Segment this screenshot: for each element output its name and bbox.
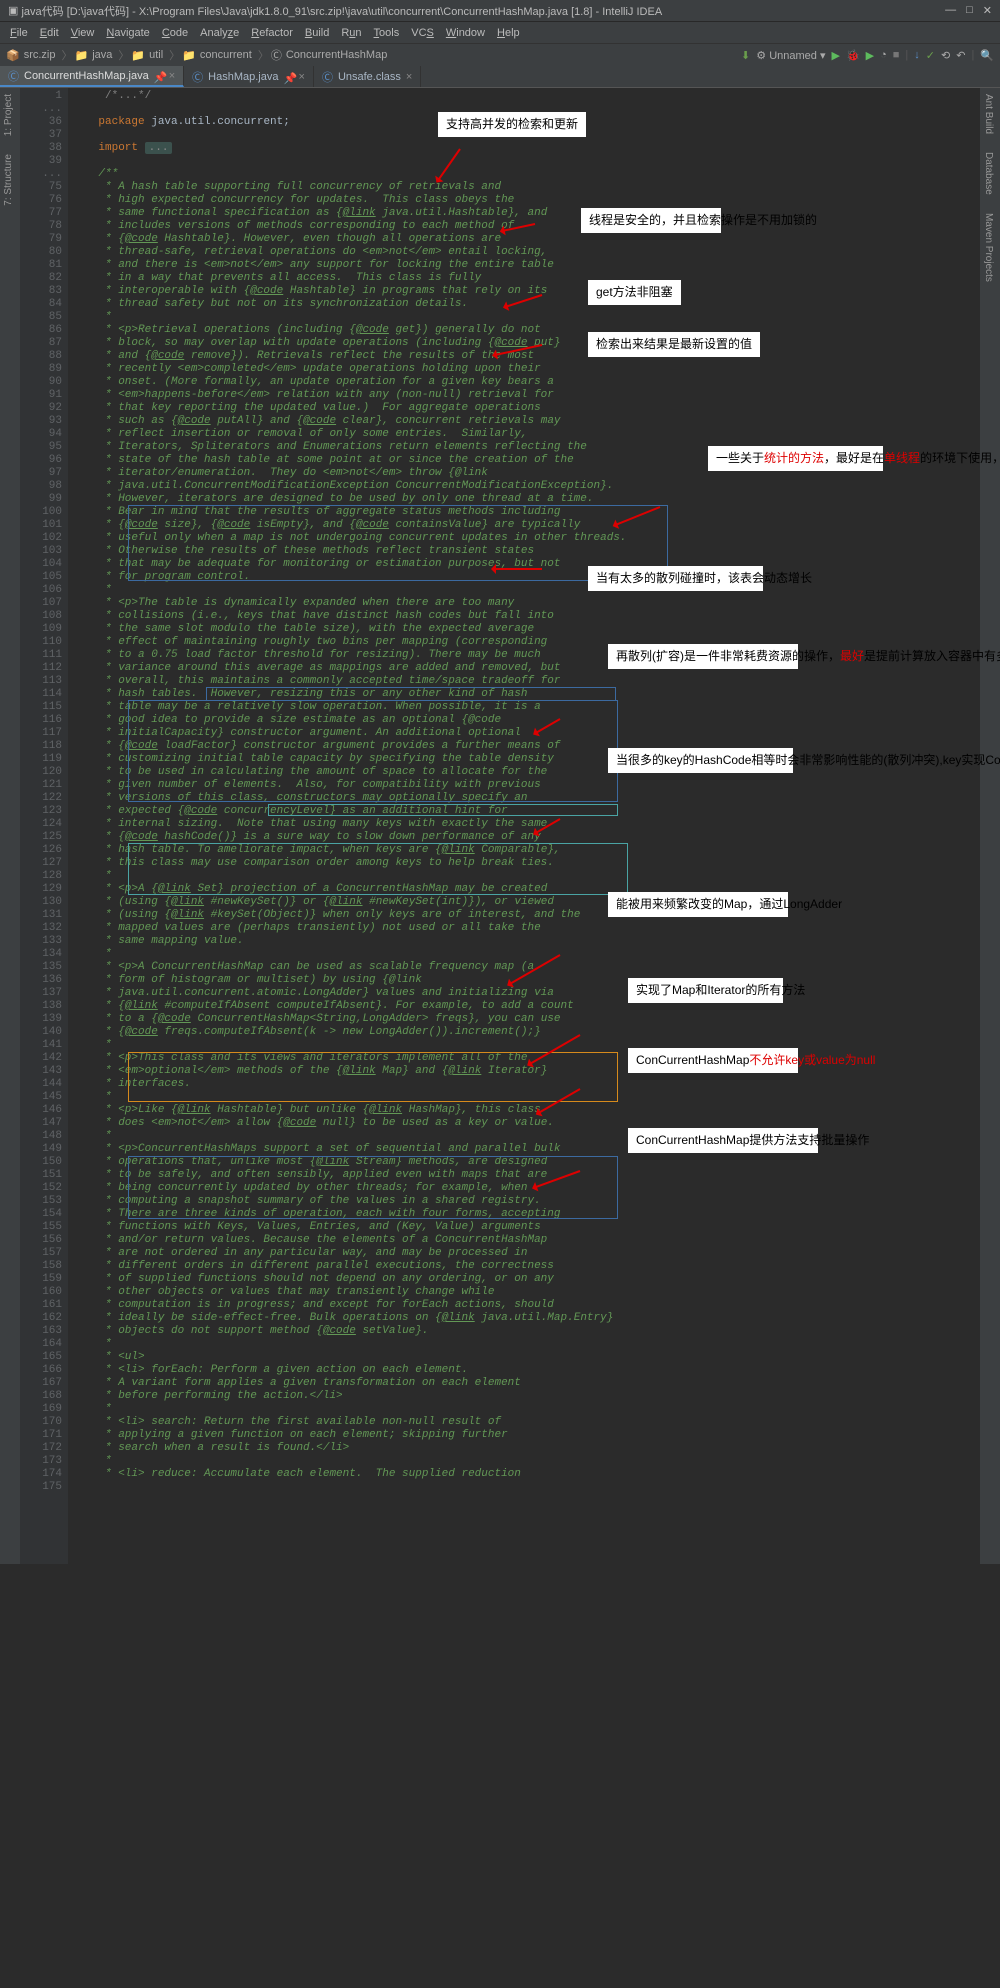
line-gutter: 1...36373839...7576777879808182838485868… xyxy=(20,88,68,1564)
close-icon[interactable]: × xyxy=(299,71,305,83)
code-viewport[interactable]: /*...*/ package java.util.concurrent; im… xyxy=(68,88,980,1564)
tab-unsafe[interactable]: Ⓒ Unsafe.class × xyxy=(314,66,421,87)
menu-tools[interactable]: Tools xyxy=(368,27,406,39)
close-icon[interactable]: × xyxy=(406,71,412,83)
arrow-icon xyxy=(492,568,542,570)
window-title: java代码 [D:\java代码] - X:\Program Files\Ja… xyxy=(21,3,662,19)
run-config-select[interactable]: ⚙ Unnamed ▾ xyxy=(756,49,825,62)
revert-icon[interactable]: ↶ xyxy=(956,49,965,62)
class-icon: Ⓒ xyxy=(322,69,333,85)
window-title-bar: ▣ java代码 [D:\java代码] - X:\Program Files\… xyxy=(0,0,1000,22)
debug-icon[interactable]: 🐞 xyxy=(846,49,860,62)
pin-icon: 📌 xyxy=(284,72,294,82)
annotation-note: 一些关于统计的方法，最好是在单线程的环境下使用，不然它只满足监控或估算的目的，在… xyxy=(708,446,883,471)
tool-maven[interactable]: Maven Projects xyxy=(980,207,997,288)
breadcrumb-item[interactable]: 📁 util xyxy=(131,49,163,62)
annotation-note: 支持高并发的检索和更新 xyxy=(438,112,586,137)
breadcrumb-item[interactable]: Ⓒ ConcurrentHashMap xyxy=(271,47,388,63)
annotation-note: 能被用来频繁改变的Map，通过LongAdder xyxy=(608,892,788,917)
breadcrumb-item[interactable]: 📁 concurrent xyxy=(182,49,252,62)
app-icon: ▣ xyxy=(8,4,18,17)
pin-icon: 📌 xyxy=(154,71,164,81)
tool-ant[interactable]: Ant Build xyxy=(980,88,997,140)
menu-help[interactable]: Help xyxy=(491,27,526,39)
left-tool-strip: 1: Project 7: Structure xyxy=(0,88,20,1564)
menu-window[interactable]: Window xyxy=(440,27,491,39)
history-icon[interactable]: ⟲ xyxy=(941,49,950,62)
annotation-note: 当有太多的散列碰撞时，该表会动态增长 xyxy=(588,566,763,591)
menu-analyze[interactable]: Analyze xyxy=(194,27,245,39)
annotation-note: 实现了Map和Iterator的所有方法 xyxy=(628,978,783,1003)
menu-refactor[interactable]: Refactor xyxy=(245,27,299,39)
stop-icon[interactable]: ■ xyxy=(893,49,900,61)
commit-icon[interactable]: ✓ xyxy=(926,49,935,62)
annotation-note: ConCurrentHashMap不允许key或value为null xyxy=(628,1048,798,1073)
menu-file[interactable]: File xyxy=(4,27,34,39)
search-icon[interactable]: 🔍 xyxy=(980,49,994,62)
menu-navigate[interactable]: Navigate xyxy=(100,27,155,39)
right-tool-strip: Ant Build Database Maven Projects xyxy=(980,88,1000,1564)
menu-code[interactable]: Code xyxy=(156,27,194,39)
run-icon[interactable]: ▶ xyxy=(831,49,839,62)
update-icon[interactable]: ↓ xyxy=(914,49,920,61)
close-icon[interactable]: × xyxy=(169,70,175,82)
breadcrumb-item[interactable]: 📦 src.zip xyxy=(6,49,55,62)
class-icon: Ⓒ xyxy=(192,69,203,85)
maximize-icon[interactable]: □ xyxy=(966,4,973,17)
main-menu-bar: File Edit View Navigate Code Analyze Ref… xyxy=(0,22,1000,44)
annotation-note: 再散列(扩容)是一件非常耗费资源的操作，最好是提前计算放入容器中有多少的元素来手… xyxy=(608,644,798,669)
menu-edit[interactable]: Edit xyxy=(34,27,65,39)
profile-icon[interactable]: ◔ xyxy=(880,49,887,61)
annotation-note: get方法非阻塞 xyxy=(588,280,681,305)
sep: | xyxy=(971,49,974,61)
menu-build[interactable]: Build xyxy=(299,27,335,39)
annotation-note: ConCurrentHashMap提供方法支持批量操作 xyxy=(628,1128,818,1153)
tool-database[interactable]: Database xyxy=(980,146,997,201)
close-icon[interactable]: ✕ xyxy=(983,4,992,17)
class-icon: Ⓒ xyxy=(8,68,19,84)
editor-tab-bar: Ⓒ ConcurrentHashMap.java 📌 × Ⓒ HashMap.j… xyxy=(0,66,1000,88)
tool-project[interactable]: 1: Project xyxy=(0,88,17,142)
tool-structure[interactable]: 7: Structure xyxy=(0,148,17,212)
annotation-note: 线程是安全的，并且检索操作是不用加锁的 xyxy=(581,208,721,233)
tab-hashmap[interactable]: Ⓒ HashMap.java 📌 × xyxy=(184,66,314,87)
annotation-note: 当很多的key的HashCode相等时会非常影响性能的(散列冲突),key实现C… xyxy=(608,748,793,773)
minimize-icon[interactable]: ― xyxy=(945,4,956,17)
breadcrumb-item[interactable]: 📁 java xyxy=(74,49,112,62)
sep: | xyxy=(905,49,908,61)
navigation-bar: 📦 src.zip〉 📁 java〉 📁 util〉 📁 concurrent〉… xyxy=(0,44,1000,66)
menu-view[interactable]: View xyxy=(65,27,101,39)
coverage-icon[interactable]: ▶ xyxy=(866,49,874,62)
build-icon[interactable]: ⬇ xyxy=(741,49,750,62)
annotation-note: 检索出来结果是最新设置的值 xyxy=(588,332,760,357)
editor-area: 1...36373839...7576777879808182838485868… xyxy=(20,88,980,1564)
tab-concurrenthashmap[interactable]: Ⓒ ConcurrentHashMap.java 📌 × xyxy=(0,66,184,87)
menu-vcs[interactable]: VCS xyxy=(405,27,440,39)
menu-run[interactable]: Run xyxy=(335,27,367,39)
